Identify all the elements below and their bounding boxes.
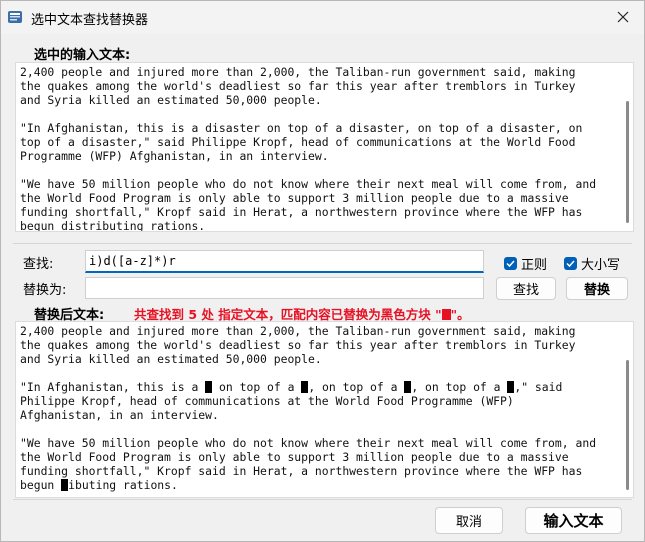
source-line: "In Afghanistan, this is a disaster on t… xyxy=(20,121,583,135)
cancel-button[interactable]: 取消 xyxy=(435,507,503,534)
close-icon xyxy=(617,11,629,23)
source-line: top of a disaster," said Philippe Kropf,… xyxy=(20,135,576,149)
regex-label: 正则 xyxy=(521,258,548,273)
result-text-segment: ," said xyxy=(514,380,563,394)
status-suffix: "。 xyxy=(450,307,470,322)
find-button[interactable]: 查找 xyxy=(496,277,556,300)
result-text-segment: the quakes among the world's deadliest s… xyxy=(20,338,576,352)
result-text-segment: Philippe Kropf, head of communications a… xyxy=(20,394,514,408)
result-line: the quakes among the world's deadliest s… xyxy=(20,338,617,352)
result-line: funding shortfall," Kropf said in Herat,… xyxy=(20,464,617,478)
result-text-segment: , on top of a xyxy=(411,380,508,394)
result-line: begun ibuting rations. xyxy=(20,478,617,492)
result-line: the World Food Program is only able to s… xyxy=(20,450,617,464)
source-line xyxy=(20,163,617,177)
source-line: "We have 50 million people who do not kn… xyxy=(20,177,597,191)
result-text-segment: "We have 50 million people who do not kn… xyxy=(20,436,597,450)
replace-label: 替换为: xyxy=(23,283,67,298)
result-scrollbar[interactable] xyxy=(626,360,629,490)
result-line: Afghanistan, in an interview. xyxy=(20,408,617,422)
status-block-icon xyxy=(441,309,451,320)
result-text-content: 2,400 people and injured more than 2,000… xyxy=(20,324,617,492)
result-text-segment: Afghanistan, in an interview. xyxy=(20,408,219,422)
case-checkbox-box xyxy=(564,257,577,270)
source-line: begun distributing rations. xyxy=(20,219,206,232)
checkmark-icon xyxy=(566,260,575,268)
status-prefix: 共查找到 5 处 指定文本，匹配内容已替换为黑色方块 " xyxy=(134,307,442,322)
source-text-area[interactable]: 2,400 people and injured more than 2,000… xyxy=(15,62,634,232)
result-text-segment: on top of a xyxy=(212,380,302,394)
case-checkbox[interactable]: 大小写 xyxy=(564,254,620,273)
replace-button[interactable]: 替换 xyxy=(566,277,628,300)
source-text-label: 选中的输入文本: xyxy=(34,48,131,63)
regex-checkbox[interactable]: 正则 xyxy=(504,254,547,273)
source-line: and Syria killed an estimated 50,000 peo… xyxy=(20,93,322,107)
source-scrollbar[interactable] xyxy=(626,101,629,223)
find-replace-dialog: 选中文本查找替换器 选中的输入文本: 2,400 people and inju… xyxy=(0,0,645,542)
replace-input[interactable] xyxy=(85,277,484,299)
find-label: 查找: xyxy=(23,257,54,272)
close-button[interactable] xyxy=(608,3,638,31)
result-text-segment: the World Food Program is only able to s… xyxy=(20,450,569,464)
app-icon xyxy=(8,11,22,23)
source-line: Programme (WFP) Afghanistan, in an inter… xyxy=(20,149,329,163)
result-line: "We have 50 million people who do not kn… xyxy=(20,436,617,450)
source-line: funding shortfall," Kropf said in Herat,… xyxy=(20,205,583,219)
result-text-segment: funding shortfall," Kropf said in Herat,… xyxy=(20,464,583,478)
result-text-segment: begun xyxy=(20,478,62,492)
result-text-segment: 2,400 people and injured more than 2,000… xyxy=(20,324,576,338)
input-text-button[interactable]: 输入文本 xyxy=(525,507,622,534)
source-line xyxy=(20,107,617,121)
title-bar[interactable]: 选中文本查找替换器 xyxy=(1,1,644,34)
window-title: 选中文本查找替换器 xyxy=(31,13,149,28)
case-label: 大小写 xyxy=(581,258,621,273)
result-line xyxy=(20,422,617,436)
checkmark-icon xyxy=(506,260,515,268)
result-line: "In Afghanistan, this is a on top of a ,… xyxy=(20,380,617,394)
regex-checkbox-box xyxy=(504,257,517,270)
separator xyxy=(13,499,632,500)
source-text-content: 2,400 people and injured more than 2,000… xyxy=(20,65,617,232)
result-line xyxy=(20,366,617,380)
result-text-segment: ibuting rations. xyxy=(68,478,178,492)
source-line: 2,400 people and injured more than 2,000… xyxy=(20,65,576,79)
result-text-segment: , on top of a xyxy=(308,380,405,394)
result-line: Philippe Kropf, head of communications a… xyxy=(20,394,617,408)
result-line: 2,400 people and injured more than 2,000… xyxy=(20,324,617,338)
result-text-segment: and Syria killed an estimated 50,000 peo… xyxy=(20,352,322,366)
source-line: the quakes among the world's deadliest s… xyxy=(20,79,576,93)
result-text-area[interactable]: 2,400 people and injured more than 2,000… xyxy=(15,321,634,498)
separator xyxy=(13,243,632,244)
result-line: and Syria killed an estimated 50,000 peo… xyxy=(20,352,617,366)
source-line: the World Food Program is only able to s… xyxy=(20,191,569,205)
find-input[interactable]: i)d([a-z]*)r xyxy=(85,250,484,273)
result-text-segment: "In Afghanistan, this is a xyxy=(20,380,206,394)
